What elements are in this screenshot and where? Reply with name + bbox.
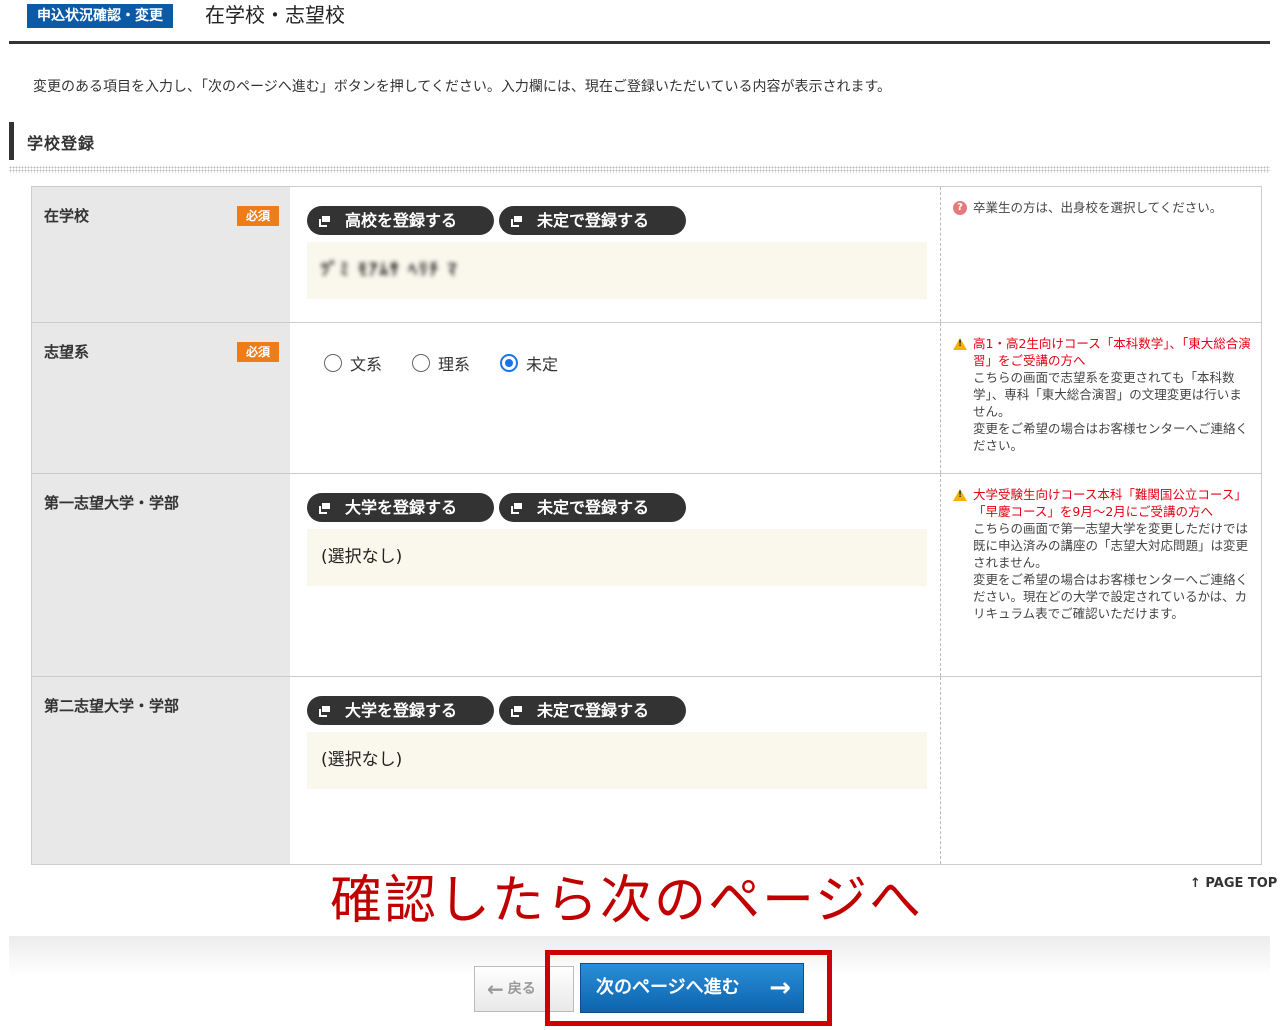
question-icon: ? [953,201,967,215]
warning-title: 高1・高2生向けコース「本科数学」、「東大総合演習」をご受講の方へ [973,336,1251,368]
school-note: ? 卒業生の方は、出身校を選択してください。 [940,187,1261,322]
warning-block: 高1・高2生向けコース「本科数学」、「東大総合演習」をご受講の方へ こちらの画面… [953,335,1251,454]
window-stack-icon [319,503,330,514]
row-label: 第一志望大学・学部 [32,474,290,676]
row-label: 志望系 必須 [32,323,290,473]
warning-text: 大学受験生向けコース本科「難関国公立コース」「早慶コース」を9月～2月にご受講の… [973,486,1251,622]
school-registration-table: 在学校 必須 高校を登録する 未定で登録する ﾂﾞﾐ ﾓｱﾑｻ ﾍﾘﾁ ﾏ ? 卒… [31,186,1262,865]
radio-circle[interactable] [324,354,342,372]
section-heading: 学校登録 [9,122,1270,174]
school-value: ﾂﾞﾐ ﾓｱﾑｻ ﾍﾘﾁ ﾏ [321,260,459,280]
window-stack-icon [511,706,522,717]
warning-body: こちらの画面で志望系を変更されても「本科数学」、専科「東大総合演習」の文理変更は… [973,370,1242,419]
row-track: 志望系 必須 文系 理系 未定 ! 高1・高2生向けコース「本科数学」、「東大総… [32,323,1261,474]
required-badge: 必須 [237,342,279,362]
arrow-right-icon: → [769,973,791,1003]
warning-title: 大学受験生向けコース本科「難関国公立コース」「早慶コース」を9月～2月にご受講の… [973,487,1247,519]
first-choice-value-box: (選択なし) [307,529,927,586]
radio-undecided[interactable]: 未定 [500,351,558,375]
radio-circle-checked[interactable] [500,354,519,372]
button-label: 未定で登録する [537,701,650,720]
annotation-caption: 確認したら次のページへ [330,871,923,931]
warning-block: 大学受験生向けコース本科「難関国公立コース」「早慶コース」を9月～2月にご受講の… [953,486,1251,622]
school-label: 在学校 [44,207,90,225]
register-university-button[interactable]: 大学を登録する [307,696,494,725]
window-stack-icon [319,216,330,227]
row-label: 第二志望大学・学部 [32,677,290,864]
school-value-box: ﾂﾞﾐ ﾓｱﾑｻ ﾍﾘﾁ ﾏ [307,242,927,299]
button-label: 未定で登録する [537,211,650,230]
section-badge: 申込状況確認・変更 [27,4,173,28]
register-undecided-button[interactable]: 未定で登録する [499,493,686,522]
first-choice-note: 大学受験生向けコース本科「難関国公立コース」「早慶コース」を9月～2月にご受講の… [940,474,1261,676]
radio-humanities[interactable]: 文系 [324,351,382,375]
warning-body-2: 変更をご希望の場合はお客様センターへご連絡ください。 [973,421,1249,453]
second-choice-value: (選択なし) [321,750,403,770]
button-label: 大学を登録する [345,498,458,517]
dotted-divider [9,166,1270,173]
radio-circle[interactable] [412,354,431,372]
track-note: 高1・高2生向けコース「本科数学」、「東大総合演習」をご受講の方へ こちらの画面… [940,323,1261,473]
page-header: 申込状況確認・変更 在学校・志望校 [9,0,1270,44]
button-label: 大学を登録する [345,701,458,720]
page-top-link[interactable]: ↑ PAGE TOP [1190,876,1277,891]
first-choice-input-cell: 大学を登録する 未定で登録する (選択なし) [290,474,940,676]
section-title: 学校登録 [27,134,96,153]
row-school: 在学校 必須 高校を登録する 未定で登録する ﾂﾞﾐ ﾓｱﾑｻ ﾍﾘﾁ ﾏ ? 卒… [32,187,1261,323]
first-choice-label: 第一志望大学・学部 [44,494,180,512]
required-badge: 必須 [237,206,279,226]
page-title: 在学校・志望校 [205,3,345,27]
track-input-cell: 文系 理系 未定 [290,323,940,473]
warning-text: 高1・高2生向けコース「本科数学」、「東大総合演習」をご受講の方へ こちらの画面… [973,335,1251,454]
window-stack-icon [511,503,522,514]
radio-label: 未定 [526,355,559,374]
row-second-choice: 第二志望大学・学部 大学を登録する 未定で登録する (選択なし) [32,677,1261,864]
intro-text: 変更のある項目を入力し、「次のページへ進む」ボタンを押してください。入力欄には、… [33,79,892,95]
second-choice-input-cell: 大学を登録する 未定で登録する (選択なし) [290,677,940,864]
second-choice-value-box: (選択なし) [307,732,927,789]
button-label: 高校を登録する [345,211,458,230]
first-choice-value: (選択なし) [321,547,403,567]
row-first-choice: 第一志望大学・学部 大学を登録する 未定で登録する (選択なし) 大学受験生向け… [32,474,1261,677]
window-stack-icon [511,216,522,227]
second-choice-label: 第二志望大学・学部 [44,697,180,715]
row-label: 在学校 必須 [32,187,290,322]
arrow-left-icon: ← [487,977,504,1001]
radio-label: 文系 [350,355,383,374]
radio-sciences[interactable]: 理系 [412,351,470,375]
warning-icon [953,338,967,350]
register-university-button[interactable]: 大学を登録する [307,493,494,522]
warning-body: こちらの画面で第一志望大学を変更しただけでは既に申込済みの講座の「志望大対応問題… [973,521,1249,570]
register-undecided-button[interactable]: 未定で登録する [499,696,686,725]
window-stack-icon [319,706,330,717]
warning-body-2: 変更をご希望の場合はお客様センターへご連絡ください。現在どの大学で設定されている… [973,572,1249,621]
school-note-text: 卒業生の方は、出身校を選択してください。 [973,200,1223,215]
next-label: 次のページへ進む [596,977,740,998]
track-radio-group: 文系 理系 未定 [324,351,588,375]
back-label: 戻る [507,981,536,997]
button-label: 未定で登録する [537,498,650,517]
register-high-school-button[interactable]: 高校を登録する [307,206,494,235]
heading-bar [9,122,14,160]
register-undecided-button[interactable]: 未定で登録する [499,206,686,235]
track-label: 志望系 [44,343,90,361]
next-page-button[interactable]: 次のページへ進む → [580,963,804,1013]
back-button[interactable]: ← 戻る [474,966,574,1012]
second-choice-note [940,677,1261,864]
warning-icon [953,489,967,501]
radio-label: 理系 [438,355,471,374]
school-input-cell: 高校を登録する 未定で登録する ﾂﾞﾐ ﾓｱﾑｻ ﾍﾘﾁ ﾏ [290,187,940,322]
